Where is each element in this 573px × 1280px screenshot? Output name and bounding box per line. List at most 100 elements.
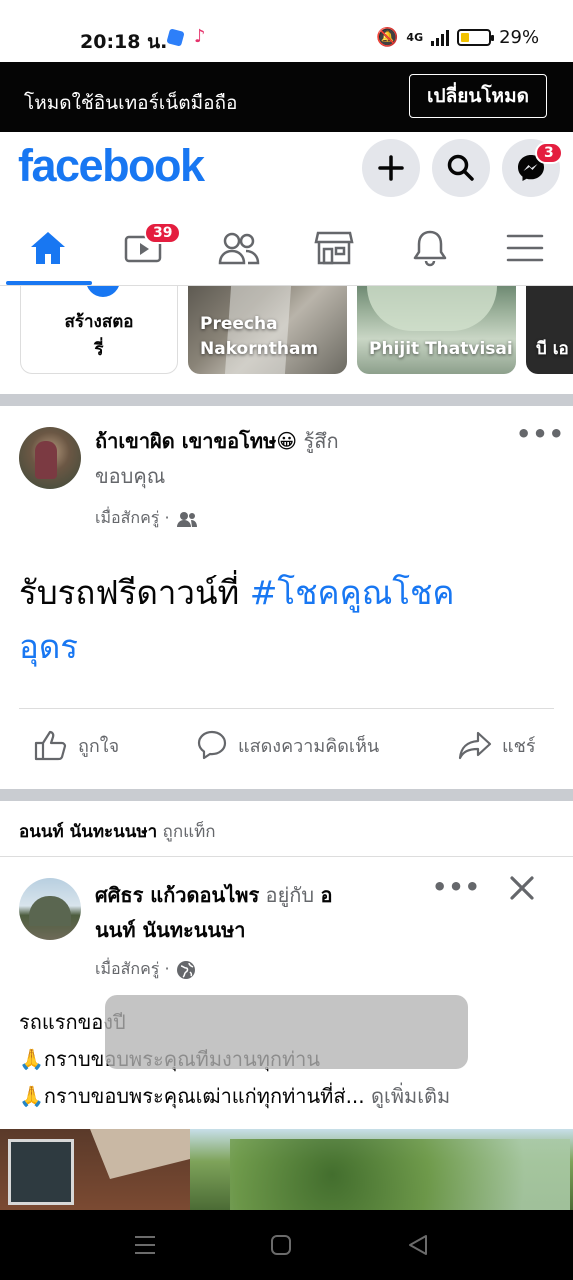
tab-friends[interactable] — [199, 218, 279, 278]
story-name-bee: บี เอ — [536, 337, 569, 362]
data-mode-text: โหมดใช้อินเทอร์เน็ตมือถือ — [24, 92, 238, 114]
hide-post-button[interactable] — [507, 873, 537, 907]
comment-button[interactable]: แสดงความคิดเห็น — [196, 725, 379, 765]
share-button[interactable]: แชร์ — [458, 725, 536, 765]
post-author-avatar[interactable] — [19, 427, 81, 489]
story-name-line1: บี เอ — [536, 339, 569, 359]
friends-icon — [218, 232, 260, 265]
close-icon — [510, 876, 534, 900]
signal-icon — [431, 29, 450, 46]
story-name-line1: Phijit Thatvisai — [369, 339, 513, 359]
post-feeling: ขอบคุณ — [95, 464, 166, 488]
story-name-line1: Preecha — [200, 314, 278, 334]
story-name-phijit: Phijit Thatvisai — [369, 337, 513, 362]
post-line-3: 🙏กราบขอบพระคุณเฒ่าแก่ทุกท่านที่ส่... ดูเ… — [19, 1078, 564, 1115]
battery-percent: 29% — [499, 27, 540, 48]
story-name-preecha: Preecha Nakorntham — [200, 312, 318, 362]
messenger-badge: 3 — [535, 142, 563, 164]
recent-apps-icon[interactable] — [133, 1234, 157, 1256]
messenger-button[interactable]: 3 — [502, 139, 563, 197]
post-body: รับรถฟรีดาวน์ที่ #โชคคูณโชค อุดร — [19, 566, 559, 674]
post-options-button[interactable]: ••• — [516, 420, 565, 448]
section-divider — [0, 789, 573, 801]
search-icon — [447, 154, 474, 181]
hashtag-link-continued[interactable]: อุดร — [19, 627, 78, 666]
like-icon — [34, 730, 67, 761]
system-nav-bar — [0, 1210, 573, 1280]
create-story-card[interactable]: สร้างสตอ รี่ — [20, 286, 178, 374]
search-button[interactable] — [432, 139, 490, 197]
post-author-avatar[interactable] — [19, 878, 81, 940]
tab-notifications[interactable] — [390, 218, 470, 278]
add-story-icon — [83, 286, 123, 300]
post-feeling-prefix: รู้สึก — [297, 429, 339, 453]
story-card-bee[interactable]: บี เอ — [526, 286, 573, 374]
post-header-text: ถ้าเขาผิด เขาขอโทษ😀 รู้สึก ขอบคุณ — [95, 424, 495, 494]
status-right: 🔕 4G 29% — [376, 27, 539, 48]
switch-mode-button[interactable]: เปลี่ยนโหมด — [409, 74, 547, 118]
post-meta: เมื่อสักครู่ · — [95, 957, 196, 982]
tag-notice: อนนท์ นันทะนนษา ถูกแท็ก — [19, 818, 216, 845]
post-tagged-name[interactable]: อ — [320, 883, 332, 907]
marketplace-icon — [314, 231, 354, 265]
home-icon — [31, 232, 65, 264]
tree-foliage — [230, 1139, 570, 1210]
network-label: 4G — [406, 31, 424, 44]
share-icon — [458, 731, 492, 760]
story-card-preecha[interactable]: Preecha Nakorntham — [188, 286, 347, 374]
create-button[interactable] — [362, 139, 420, 197]
post-action-divider — [19, 708, 554, 709]
menu-icon — [506, 234, 544, 262]
facebook-logo[interactable]: facebook — [18, 140, 205, 192]
post-image[interactable] — [0, 1129, 573, 1210]
tab-menu[interactable] — [485, 218, 565, 278]
post-time[interactable]: เมื่อสักครู่ · — [95, 957, 170, 982]
mute-icon: 🔕 — [376, 27, 399, 48]
like-button[interactable]: ถูกใจ — [34, 725, 119, 765]
story-image — [367, 286, 497, 331]
post-with-text: อยู่กับ — [259, 883, 321, 907]
post-line-3-text: 🙏กราบขอบพระคุณเฒ่าแก่ทุกท่านที่ส่... — [19, 1084, 371, 1108]
create-story-label-1: สร้างสตอ — [64, 312, 134, 332]
battery-icon — [457, 29, 495, 46]
section-divider — [0, 394, 573, 406]
tiktok-icon: ♪ — [194, 26, 206, 47]
back-icon[interactable] — [407, 1234, 429, 1256]
post-author-name[interactable]: ถ้าเขาผิด เขาขอโทษ😀 — [95, 429, 297, 453]
tag-notice-divider — [0, 856, 573, 857]
avatar-figure — [35, 441, 57, 479]
see-more-link[interactable]: ดูเพิ่มเติม — [371, 1084, 450, 1108]
post-meta: เมื่อสักครู่ · — [95, 506, 198, 531]
story-name-line2: Nakorntham — [200, 339, 319, 359]
video-badge: 39 — [144, 222, 182, 244]
post-author-name[interactable]: ศศิธร แก้วดอนไพร — [95, 883, 259, 907]
tab-home[interactable] — [8, 218, 88, 278]
app-notification-icon — [166, 28, 185, 47]
status-time: 20:18 น. — [80, 31, 168, 53]
data-mode-bar: โหมดใช้อินเทอร์เน็ตมือถือ เปลี่ยนโหมด — [0, 62, 573, 132]
status-bar: 20:18 น. ♪ 🔕 4G 29% — [0, 0, 573, 62]
comment-icon — [197, 730, 227, 760]
plus-icon — [378, 155, 404, 181]
tab-video[interactable]: 39 — [104, 218, 184, 278]
globe-icon — [176, 960, 195, 979]
tab-marketplace[interactable] — [294, 218, 374, 278]
share-label: แชร์ — [502, 735, 536, 757]
avatar-mountain — [29, 896, 71, 926]
home-nav-icon[interactable] — [270, 1234, 292, 1256]
post-text: รับรถฟรีดาวน์ที่ — [19, 573, 250, 612]
post-options-button[interactable]: ••• — [432, 873, 481, 901]
create-story-label-2: รี่ — [94, 340, 104, 360]
tag-notice-suffix: ถูกแท็ก — [157, 822, 216, 842]
toast-overlay — [105, 995, 468, 1069]
comment-label: แสดงความคิดเห็น — [238, 735, 380, 757]
house-window — [8, 1139, 74, 1205]
tagged-user-name[interactable]: อนนท์ นันทะนนษา — [19, 822, 157, 842]
post-tagged-name-continued[interactable]: นนท์ นันทะนนษา — [95, 918, 246, 942]
friends-audience-icon — [176, 511, 197, 527]
post-time[interactable]: เมื่อสักครู่ · — [95, 506, 170, 531]
bell-icon — [413, 230, 447, 267]
like-label: ถูกใจ — [78, 735, 120, 757]
story-card-phijit[interactable]: Phijit Thatvisai — [357, 286, 516, 374]
hashtag-link[interactable]: #โชคคูณโชค — [250, 573, 455, 612]
